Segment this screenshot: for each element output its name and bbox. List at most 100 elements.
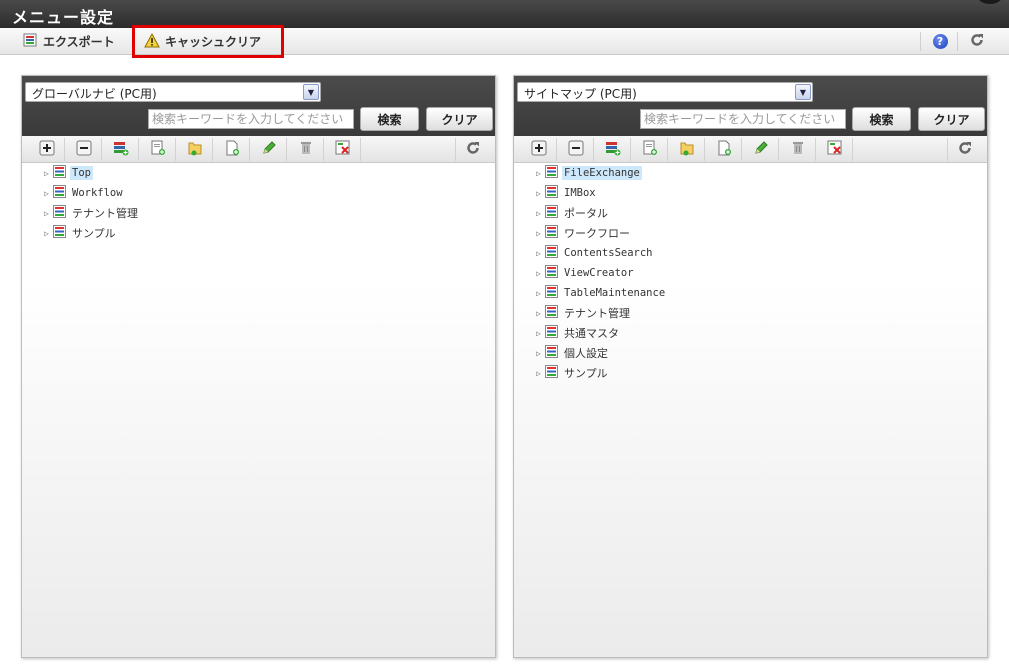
sitemap-panel: サイトマップ (PC用) ▼ 検索 クリア ▷ FileExchange ▷ IMBo… [513, 75, 988, 658]
help-icon: ? [932, 34, 948, 49]
tree-node-label: FileExchange [562, 166, 642, 180]
tree-node-label: ワークフロー [564, 227, 630, 240]
add-folder-icon [679, 140, 695, 159]
expand-arrow-icon[interactable]: ▷ [536, 249, 544, 258]
tree-node-label: ViewCreator [564, 267, 634, 279]
tree-node[interactable]: ▷ サンプル [44, 224, 118, 242]
tree-node[interactable]: ▷ IMBox [536, 184, 598, 202]
menu-item-icon [545, 165, 558, 181]
menu-item-icon [53, 225, 66, 241]
delete-selected-icon [335, 140, 351, 159]
window-corner-decoration [977, 0, 1003, 4]
menu-item-icon [545, 185, 558, 201]
expand-arrow-icon[interactable]: ▷ [44, 229, 52, 238]
collapse-all-icon [568, 140, 584, 159]
menu-select-value: サイトマップ (PC用) [524, 87, 637, 101]
tree-node[interactable]: ▷ テナント管理 [536, 304, 632, 322]
add-page-button[interactable] [632, 138, 668, 161]
delete-trash-button[interactable] [780, 138, 816, 161]
export-button[interactable]: エクスポート [22, 31, 115, 52]
expand-arrow-icon[interactable]: ▷ [536, 209, 544, 218]
expand-arrow-icon[interactable]: ▷ [44, 169, 52, 178]
tree-node[interactable]: ▷ ポータル [536, 204, 610, 222]
delete-selected-button[interactable] [325, 138, 361, 161]
add-page-icon [642, 140, 658, 159]
tree-refresh-button[interactable] [455, 138, 489, 161]
expand-all-button[interactable] [29, 138, 65, 161]
menu-select-value: グローバルナビ (PC用) [32, 87, 157, 101]
panel-header: グローバルナビ (PC用) ▼ 検索 クリア [22, 76, 495, 136]
menu-select[interactable]: グローバルナビ (PC用) ▼ [25, 82, 321, 102]
panel-header: サイトマップ (PC用) ▼ 検索 クリア [514, 76, 987, 136]
tree-toolbar [514, 136, 987, 163]
edit-pencil-icon [261, 140, 277, 159]
tree-refresh-button[interactable] [947, 138, 981, 161]
search-button[interactable]: 検索 [360, 107, 419, 131]
tree-node-label: Top [70, 166, 93, 180]
add-menu-category-button[interactable] [595, 138, 631, 161]
tree-node[interactable]: ▷ ViewCreator [536, 264, 636, 282]
search-input[interactable] [148, 109, 354, 129]
clear-button[interactable]: クリア [918, 107, 985, 131]
tree-node-label: 個人設定 [564, 347, 608, 360]
refresh-button[interactable] [966, 31, 988, 52]
search-button[interactable]: 検索 [852, 107, 911, 131]
cache-clear-button[interactable]: キャッシュクリア [132, 25, 284, 58]
tree-node-label: Workflow [72, 187, 123, 199]
menu-item-icon [545, 325, 558, 341]
search-input[interactable] [640, 109, 846, 129]
add-folder-button[interactable] [177, 138, 213, 161]
new-document-button[interactable] [214, 138, 250, 161]
add-page-button[interactable] [140, 138, 176, 161]
new-document-button[interactable] [706, 138, 742, 161]
expand-arrow-icon[interactable]: ▷ [536, 369, 544, 378]
collapse-all-button[interactable] [558, 138, 594, 161]
expand-arrow-icon[interactable]: ▷ [536, 289, 544, 298]
tree-node[interactable]: ▷ サンプル [536, 364, 610, 382]
new-document-icon [716, 140, 732, 159]
expand-arrow-icon[interactable]: ▷ [536, 349, 544, 358]
export-icon [22, 32, 38, 51]
expand-arrow-icon[interactable]: ▷ [536, 269, 544, 278]
tree-node[interactable]: ▷ Top [44, 164, 93, 182]
edit-pencil-button[interactable] [251, 138, 287, 161]
chevron-down-icon[interactable]: ▼ [303, 84, 319, 100]
add-page-icon [150, 140, 166, 159]
expand-arrow-icon[interactable]: ▷ [44, 189, 52, 198]
tree-node[interactable]: ▷ テナント管理 [44, 204, 140, 222]
tree-node[interactable]: ▷ 個人設定 [536, 344, 610, 362]
expand-arrow-icon[interactable]: ▷ [536, 329, 544, 338]
help-button[interactable]: ? [929, 31, 951, 52]
menu-item-icon [545, 245, 558, 261]
tree-node-label: TableMaintenance [564, 287, 666, 299]
expand-arrow-icon[interactable]: ▷ [536, 169, 544, 178]
chevron-down-icon[interactable]: ▼ [795, 84, 811, 100]
export-label: エクスポート [43, 35, 115, 49]
warning-icon [144, 32, 160, 51]
delete-selected-button[interactable] [817, 138, 853, 161]
delete-trash-button[interactable] [288, 138, 324, 161]
tree-node[interactable]: ▷ ContentsSearch [536, 244, 655, 262]
expand-arrow-icon[interactable]: ▷ [44, 209, 52, 218]
expand-arrow-icon[interactable]: ▷ [536, 309, 544, 318]
edit-pencil-button[interactable] [743, 138, 779, 161]
menu-item-icon [545, 205, 558, 221]
menu-item-icon [545, 285, 558, 301]
tree-node[interactable]: ▷ FileExchange [536, 164, 642, 182]
add-folder-button[interactable] [669, 138, 705, 161]
tree-node[interactable]: ▷ 共通マスタ [536, 324, 621, 342]
collapse-all-button[interactable] [66, 138, 102, 161]
delete-trash-icon [298, 140, 314, 159]
add-menu-category-button[interactable] [103, 138, 139, 161]
menu-select[interactable]: サイトマップ (PC用) ▼ [517, 82, 813, 102]
expand-arrow-icon[interactable]: ▷ [536, 189, 544, 198]
menu-item-icon [545, 365, 558, 381]
expand-all-button[interactable] [521, 138, 557, 161]
add-menu-category-icon [605, 140, 621, 159]
tree-node[interactable]: ▷ TableMaintenance [536, 284, 667, 302]
expand-arrow-icon[interactable]: ▷ [536, 229, 544, 238]
tree-node[interactable]: ▷ ワークフロー [536, 224, 632, 242]
tree-node[interactable]: ▷ Workflow [44, 184, 125, 202]
clear-button[interactable]: クリア [426, 107, 493, 131]
edit-pencil-icon [753, 140, 769, 159]
